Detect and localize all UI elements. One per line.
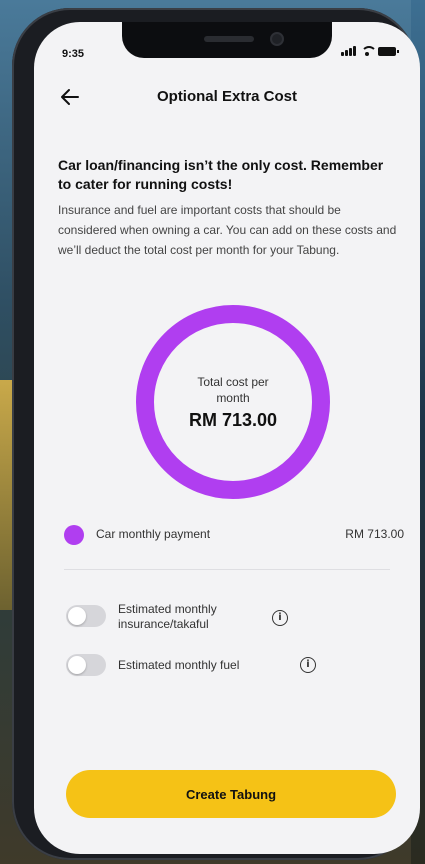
speaker-grille (204, 36, 254, 42)
insurance-label: Estimated monthly insurance/takaful (118, 602, 217, 631)
battery-icon (378, 47, 399, 56)
donut-center: Total cost per month RM 713.00 (134, 303, 332, 501)
legend-color-dot (64, 525, 84, 545)
phone-frame: 9:35 Optional Extra Cost Car loan/financ… (12, 8, 420, 860)
option-fuel: Estimated monthly fuel i (66, 652, 396, 678)
app-screen: 9:35 Optional Extra Cost Car loan/financ… (34, 22, 420, 854)
status-time: 9:35 (62, 48, 85, 60)
legend-value: RM 713.00 (345, 527, 404, 541)
total-cost-value: RM 713.00 (188, 409, 278, 430)
legend-label: Car monthly payment (96, 527, 211, 541)
divider (64, 569, 390, 570)
page-title: Optional Extra Cost (156, 88, 298, 105)
option-insurance: Estimated monthly insurance/takaful i (66, 598, 396, 638)
screen-header: Optional Extra Cost (34, 82, 420, 112)
total-cost-donut-chart: Total cost per month RM 713.00 (134, 303, 332, 501)
insurance-toggle[interactable] (66, 605, 106, 627)
signal-icon (341, 46, 356, 56)
intro-description: Insurance and fuel are important costs t… (58, 203, 397, 257)
total-cost-label: Total cost per month (197, 374, 269, 405)
info-icon[interactable]: i (300, 657, 316, 673)
intro-section: Car loan/financing isn’t the only cost. … (58, 156, 398, 260)
info-icon[interactable]: i (272, 610, 288, 626)
phone-notch (122, 22, 332, 58)
front-camera (270, 32, 284, 46)
create-tabung-button[interactable]: Create Tabung (66, 770, 396, 818)
fuel-label: Estimated monthly fuel (118, 658, 240, 672)
status-icons (341, 46, 399, 56)
fuel-toggle[interactable] (66, 654, 106, 676)
intro-title: Car loan/financing isn’t the only cost. … (58, 157, 384, 192)
wifi-icon (361, 46, 377, 56)
legend-item-car-payment: Car monthly payment RM 713.00 (64, 523, 404, 549)
